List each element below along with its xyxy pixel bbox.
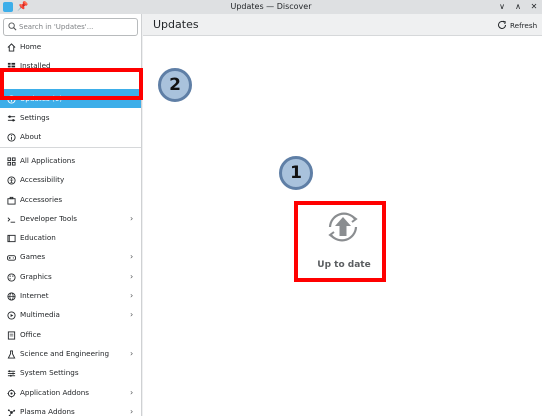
main-panel: Updates Refresh Up to date [143,14,542,416]
home-icon [6,42,16,52]
grid-icon [6,156,16,166]
sidebar: Home Installed Updates (0) Settings Abou… [0,14,142,416]
maximize-button[interactable]: ∧ [512,0,524,14]
accessibility-icon [6,175,16,185]
sidebar-item-education[interactable]: Education [0,228,141,247]
sidebar-item-about[interactable]: About [0,127,141,146]
sidebar-item-application-addons[interactable]: Application Addons › [0,383,141,402]
sidebar-item-updates[interactable]: Updates (0) [0,89,141,108]
sidebar-item-label: Office [20,330,41,339]
briefcase-icon [6,195,16,205]
sidebar-item-office[interactable]: Office [0,325,141,344]
flask-icon [6,349,16,359]
search-icon [8,22,17,31]
palette-icon [6,272,16,282]
sidebar-item-label: Graphics [20,272,52,281]
search-box[interactable] [3,18,138,36]
about-icon [6,132,16,142]
globe-icon [6,291,16,301]
sidebar-item-settings[interactable]: Settings [0,108,141,127]
settings-icon [6,113,16,123]
chevron-right-icon: › [130,252,134,261]
sidebar-item-label: Home [20,42,42,51]
gamepad-icon [6,252,16,262]
sidebar-divider [0,147,141,148]
document-icon [6,330,16,340]
chevron-right-icon: › [130,349,134,358]
up-to-date-icon [328,212,358,242]
sidebar-item-label: Accessories [20,195,63,204]
refresh-button[interactable]: Refresh [497,19,537,31]
sidebar-item-all-applications[interactable]: All Applications [0,151,141,170]
sidebar-item-label: All Applications [20,156,76,165]
window-title: Updates — Discover [230,2,312,11]
updates-icon [6,94,16,104]
chevron-right-icon: › [130,214,134,223]
close-button[interactable]: ✕ [528,0,540,14]
sidebar-item-graphics[interactable]: Graphics › [0,267,141,286]
search-input[interactable] [19,20,135,34]
book-icon [6,233,16,243]
sidebar-item-label: Settings [20,113,50,122]
sidebar-item-label: System Settings [20,368,79,377]
page-title: Updates [153,18,199,31]
sidebar-item-label: Science and Engineering [20,349,110,358]
sidebar-item-science-engineering[interactable]: Science and Engineering › [0,344,141,363]
sidebar-item-label: Multimedia [20,310,60,319]
step-badge-2: 2 [158,68,192,102]
code-icon [6,214,16,224]
sidebar-item-accessibility[interactable]: Accessibility [0,170,141,189]
sidebar-item-label: About [20,132,42,141]
step-badge-1: 1 [279,156,313,190]
sidebar-item-accessories[interactable]: Accessories [0,190,141,209]
chevron-right-icon: › [130,388,134,397]
title-bar: 📌 Updates — Discover ∨ ∧ ✕ [0,0,542,14]
sliders-icon [6,368,16,378]
main-header: Updates Refresh [143,14,542,36]
minimize-button[interactable]: ∨ [496,0,508,14]
sidebar-item-label: Installed [20,61,51,70]
sidebar-item-home[interactable]: Home [0,37,141,56]
refresh-label: Refresh [510,20,538,30]
status-text: Up to date [317,260,371,270]
sidebar-item-label: Plasma Addons [20,407,75,416]
chevron-right-icon: › [130,291,134,300]
sidebar-item-system-settings[interactable]: System Settings [0,363,141,382]
sidebar-item-developer-tools[interactable]: Developer Tools › [0,209,141,228]
sidebar-item-label: Updates (0) [20,94,63,103]
sidebar-item-label: Application Addons [20,388,90,397]
chevron-right-icon: › [130,310,134,319]
puzzle-icon [6,388,16,398]
refresh-icon [498,20,506,29]
sidebar-item-label: Education [20,233,56,242]
chevron-right-icon: › [130,407,134,416]
chevron-right-icon: › [130,272,134,281]
media-icon [6,310,16,320]
sidebar-item-installed[interactable]: Installed [0,56,141,75]
sidebar-item-label: Accessibility [20,175,65,184]
installed-icon [6,61,16,71]
sidebar-item-multimedia[interactable]: Multimedia › [0,305,141,324]
plasma-icon [6,407,16,416]
sidebar-item-games[interactable]: Games › [0,247,141,266]
sidebar-item-label: Games [20,252,46,261]
sidebar-item-internet[interactable]: Internet › [0,286,141,305]
sidebar-item-label: Developer Tools [20,214,77,223]
sidebar-item-plasma-addons[interactable]: Plasma Addons › [0,402,141,416]
sidebar-item-label: Internet [20,291,49,300]
